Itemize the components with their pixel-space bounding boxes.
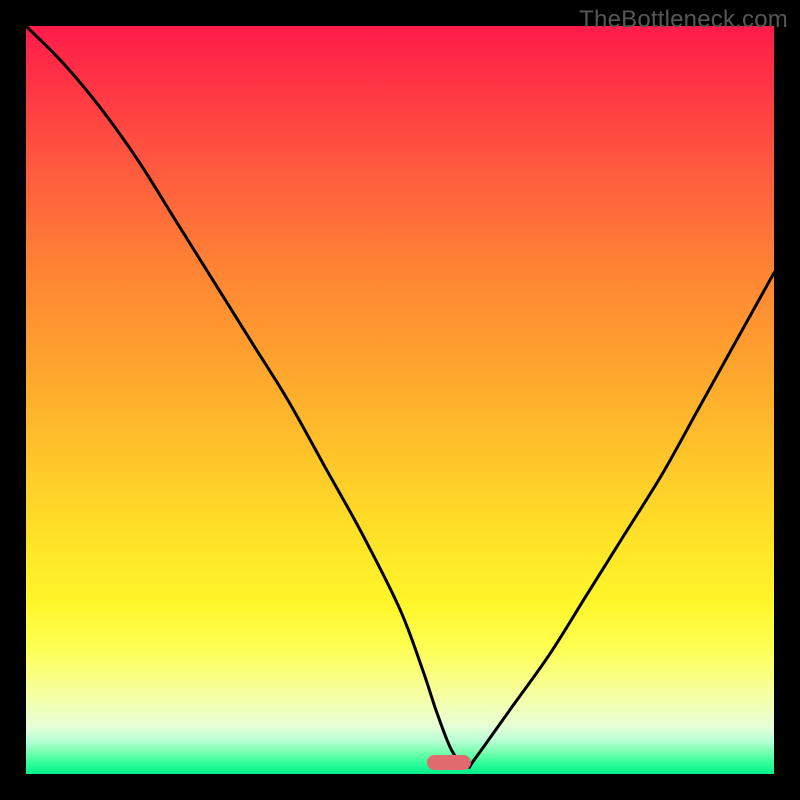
chart-area [26, 26, 774, 774]
optimal-marker [427, 755, 471, 770]
bottleneck-curve [26, 26, 774, 774]
